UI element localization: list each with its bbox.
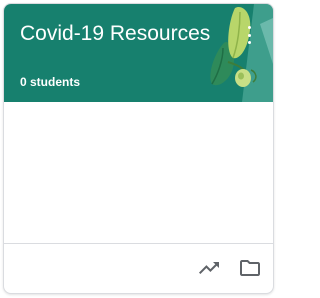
class-title[interactable]: Covid-19 Resources bbox=[20, 20, 220, 48]
student-count: 0 students bbox=[20, 75, 81, 89]
more-vert-icon[interactable] bbox=[242, 22, 256, 48]
trending-up-icon[interactable] bbox=[197, 256, 221, 280]
class-banner[interactable]: Covid-19 Resources 0 students bbox=[4, 4, 273, 102]
card-footer bbox=[4, 243, 273, 293]
class-card: Covid-19 Resources 0 students bbox=[3, 3, 274, 294]
card-body bbox=[4, 102, 273, 243]
folder-icon[interactable] bbox=[238, 256, 262, 280]
